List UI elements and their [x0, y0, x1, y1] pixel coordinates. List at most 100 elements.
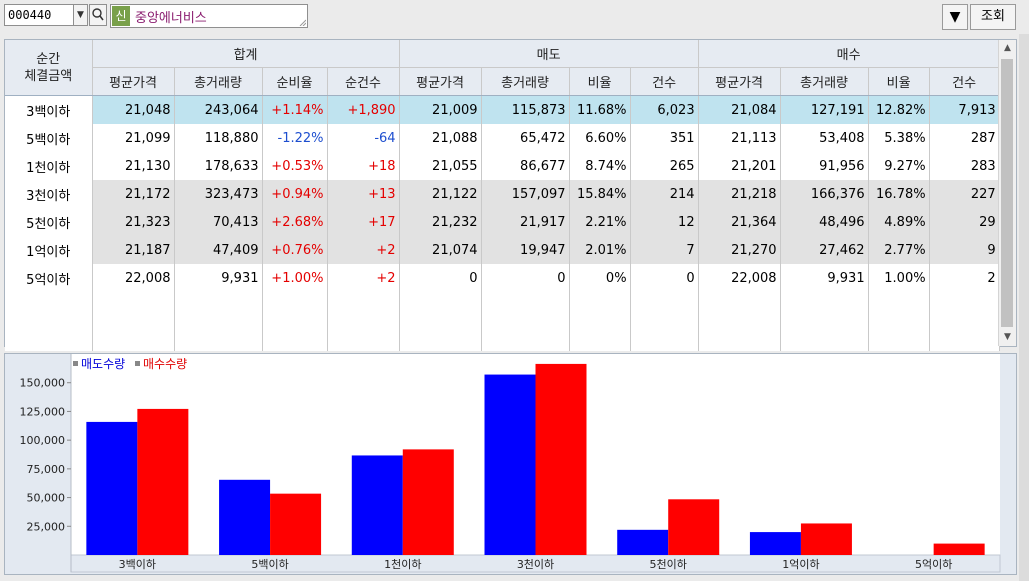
table-cell: 12 — [630, 208, 699, 236]
table-cell: 2.01% — [569, 236, 631, 264]
x-tick-label: 3천이하 — [517, 557, 554, 571]
table-cell: -64 — [327, 124, 400, 152]
window-right-edge — [1019, 34, 1029, 581]
table-cell: 0% — [569, 264, 631, 292]
sell-volume-bar — [749, 532, 801, 555]
table-cell: +1,890 — [327, 95, 400, 124]
y-tick-label: 75,000 — [27, 463, 66, 476]
corner-label-1: 순간 — [36, 51, 61, 67]
new-listing-badge: 신 — [112, 6, 130, 26]
options-dropdown-button[interactable]: ▼ — [942, 4, 968, 30]
column-header: 건수 — [929, 67, 1000, 96]
table-cell: 21,130 — [92, 152, 175, 180]
group-header-buy: 매수 — [698, 40, 1000, 68]
column-header: 평균가격 — [92, 67, 175, 96]
row-label: 3천이하 — [5, 180, 93, 208]
column-header: 건수 — [630, 67, 699, 96]
empty-cell — [569, 292, 631, 351]
empty-cell — [399, 292, 482, 351]
x-tick-label: 5억이하 — [915, 557, 952, 571]
buy-volume-bar — [535, 363, 587, 555]
table-cell: 21,074 — [399, 236, 482, 264]
x-tick-label: 5천이하 — [650, 557, 687, 571]
table-row[interactable]: 5억이하 22,008 9,931 +1.00% +2 0 0 0% 0 22,008 9,931 1… — [5, 264, 1000, 292]
stock-name-field[interactable]: 신 중앙에너비스 — [110, 4, 308, 28]
query-button[interactable]: 조회 — [970, 4, 1016, 30]
table-cell: 227 — [929, 180, 1000, 208]
table-cell: +18 — [327, 152, 400, 180]
table-cell: 21,088 — [399, 124, 482, 152]
table-cell: 115,873 — [481, 95, 570, 124]
table-cell: 16.78% — [868, 180, 930, 208]
table-row[interactable]: 5백이하 21,099 118,880 -1.22% -64 21,088 65,472 6.… — [5, 124, 1000, 152]
table-row[interactable]: 1억이하 21,187 47,409 +0.76% +2 21,074 19,947 2.01… — [5, 236, 1000, 264]
corner-header: 순간 체결금액 — [5, 40, 93, 96]
table-cell: 27,462 — [780, 236, 869, 264]
table-cell: +0.94% — [262, 180, 328, 208]
table-row[interactable]: 1천이하 21,130 178,633 +0.53% +18 21,055 86,677 8.… — [5, 152, 1000, 180]
volume-bar-chart: 25,000 50,000 75,000 100,000 125,000 150,000 3… — [20, 354, 1001, 573]
scroll-thumb[interactable] — [1001, 59, 1013, 327]
table-cell: 21,048 — [92, 95, 175, 124]
table-cell: 8.74% — [569, 152, 631, 180]
table-cell: 9,931 — [174, 264, 263, 292]
table-cell: 2.77% — [868, 236, 930, 264]
table-cell: 21,917 — [481, 208, 570, 236]
y-tick-label: 150,000 — [20, 377, 66, 390]
column-header: 총거래량 — [780, 67, 869, 96]
table-cell: 166,376 — [780, 180, 869, 208]
table-cell: +13 — [327, 180, 400, 208]
table-cell: 21,122 — [399, 180, 482, 208]
table-cell: 47,409 — [174, 236, 263, 264]
table-cell: 21,323 — [92, 208, 175, 236]
trade-size-table: 순간 체결금액 합계 매도 매수 평균가격 총거래량 순비율 순건수 평균가격 총거래량 비… — [5, 40, 1000, 351]
buy-volume-bar — [402, 449, 454, 555]
table-cell: 15.84% — [569, 180, 631, 208]
sell-volume-bar — [86, 421, 138, 555]
table-cell: 86,677 — [481, 152, 570, 180]
buy-volume-bar — [933, 543, 985, 555]
table-vertical-scrollbar[interactable]: ▲ ▼ — [998, 40, 1016, 346]
table-cell: +2.68% — [262, 208, 328, 236]
stock-name: 중앙에너비스 — [135, 11, 207, 26]
table-cell: 118,880 — [174, 124, 263, 152]
table-cell: 6.60% — [569, 124, 631, 152]
resize-grip-icon — [299, 19, 306, 26]
search-button[interactable] — [89, 4, 107, 26]
stock-code-dropdown-icon[interactable]: ▼ — [74, 4, 88, 26]
sell-volume-bar — [351, 455, 403, 555]
table-cell: 21,232 — [399, 208, 482, 236]
table-cell: +1.14% — [262, 95, 328, 124]
table-cell: 21,201 — [698, 152, 781, 180]
empty-cell — [5, 292, 93, 351]
volume-chart-panel: 25,000 50,000 75,000 100,000 125,000 150,000 3… — [4, 353, 1017, 575]
y-tick-label: 100,000 — [20, 434, 66, 447]
table-cell: 5.38% — [868, 124, 930, 152]
table-row[interactable]: 3백이하 21,048 243,064 +1.14% +1,890 21,009 115,8… — [5, 95, 1000, 124]
table-cell: 283 — [929, 152, 1000, 180]
stock-code-input[interactable]: 000440 — [4, 4, 74, 26]
row-label: 1천이하 — [5, 152, 93, 180]
table-row[interactable]: 3천이하 21,172 323,473 +0.94% +13 21,122 157,097 1… — [5, 180, 1000, 208]
table-cell: 6,023 — [630, 95, 699, 124]
legend-marker-sell — [73, 361, 78, 366]
empty-cell — [174, 292, 263, 351]
table-cell: 48,496 — [780, 208, 869, 236]
table-cell: 22,008 — [92, 264, 175, 292]
column-header: 총거래량 — [481, 67, 570, 96]
table-cell: +17 — [327, 208, 400, 236]
table-cell: 53,408 — [780, 124, 869, 152]
group-header-total: 합계 — [92, 40, 400, 68]
table-cell: 21,172 — [92, 180, 175, 208]
empty-cell — [698, 292, 781, 351]
row-label: 5백이하 — [5, 124, 93, 152]
row-label: 5억이하 — [5, 264, 93, 292]
table-row[interactable]: 5천이하 21,323 70,413 +2.68% +17 21,232 21,917 2.2… — [5, 208, 1000, 236]
scroll-up-icon[interactable]: ▲ — [999, 40, 1016, 57]
scroll-down-icon[interactable]: ▼ — [999, 329, 1016, 346]
y-tick-label: 125,000 — [20, 405, 66, 418]
table-cell: 157,097 — [481, 180, 570, 208]
table-cell: 29 — [929, 208, 1000, 236]
buy-volume-bar — [668, 499, 720, 555]
table-cell: 127,191 — [780, 95, 869, 124]
